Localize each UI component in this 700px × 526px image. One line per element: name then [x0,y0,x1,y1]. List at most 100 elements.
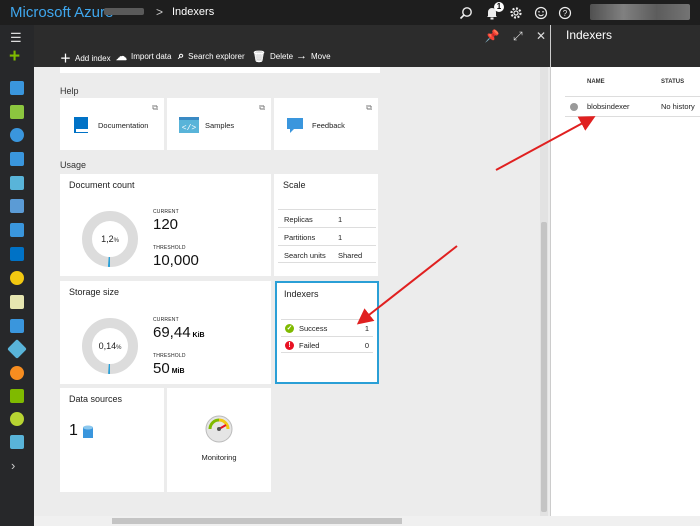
checkmark-icon: ✓ [285,324,294,333]
table-row[interactable]: blobsindexer No history [565,96,700,117]
virtual-machines-icon[interactable] [10,176,24,190]
tenant-name-blurred [104,8,144,15]
import-data-label: Import data [131,52,172,61]
data-sources-tile[interactable]: Data sources 1 [60,388,164,492]
threshold-label: THRESHOLD [153,353,186,359]
indexers-title: Indexers [284,289,319,299]
scale-row-search-units: Search units Shared [278,245,376,263]
cloud-services-icon[interactable] [10,199,24,213]
move-button[interactable]: → Move [296,50,331,62]
scale-key: Partitions [284,233,316,242]
samples-tile[interactable]: ⧉ </> Samples [167,98,271,150]
scale-title: Scale [283,180,306,190]
threshold-value: 50 MiB [153,360,185,377]
brand-title[interactable]: Microsoft Azure [10,4,113,21]
indexers-blade: Indexers NAME STATUS blobsindexer No his… [550,25,700,516]
move-label: Move [311,51,331,61]
svg-text:?: ? [563,9,568,18]
scale-key: Search units [284,251,326,260]
arrow-right-icon: → [296,50,307,62]
smiley-feedback-icon[interactable] [529,0,553,25]
hamburger-menu-icon[interactable]: ☰ [10,30,22,46]
document-count-tile[interactable]: Document count 1,2% CURRENT 120 THRESHOL… [60,174,271,276]
column-header-status[interactable]: STATUS [661,79,684,85]
all-resources-icon[interactable] [10,105,24,119]
usage-section-label: Usage [60,160,87,170]
status-dot-icon [570,103,578,111]
search-explorer-button[interactable]: ⌕ Search explorer [178,50,245,63]
storage-size-title: Storage size [69,287,120,297]
scale-value: 1 [338,215,343,224]
indexers-tile[interactable]: Indexers ✓ Success 1 ! Failed 0 [275,281,379,384]
indexers-blade-header: Indexers [551,25,700,67]
close-icon[interactable]: ✕ [536,29,546,43]
data-sources-title: Data sources [69,394,123,404]
current-value: 120 [153,216,179,233]
indexer-status-value: 1 [364,324,369,333]
threshold-label: THRESHOLD [153,245,186,251]
scale-row-partitions: Partitions 1 [278,227,376,245]
billing-icon[interactable] [10,319,24,333]
documentation-label: Documentation [98,121,149,130]
delete-label: Delete [269,52,294,61]
sql-database-icon[interactable] [10,223,24,237]
indexers-row-success[interactable]: ✓ Success 1 [281,319,373,336]
threshold-value: 10,000 [153,252,199,269]
document-count-title: Document count [69,180,135,190]
indexers-blade-title: Indexers [566,28,613,42]
database-icon [83,425,93,438]
gauge-icon [205,415,233,443]
blade-header: 📌 ⤢ ✕ ＋ Add index ☁ Import data ⌕ Search… [34,25,550,67]
vertical-scroll-thumb[interactable] [541,222,547,512]
advisor-icon[interactable] [10,366,24,380]
feedback-label: Feedback [312,121,345,130]
scale-tile[interactable]: Scale Replicas 1 Partitions 1 Search uni… [274,174,378,276]
indexers-row-failed[interactable]: ! Failed 0 [281,336,373,353]
search-explorer-icon: ⌕ [178,50,185,62]
networking-icon[interactable] [7,339,27,359]
documentation-tile[interactable]: ⧉ Documentation [60,98,164,150]
search-icon[interactable] [454,0,478,25]
svg-text:</>: </> [182,124,197,133]
current-label: CURRENT [153,209,179,215]
storage-icon[interactable] [10,247,24,261]
current-label: CURRENT [153,317,179,323]
blade-content: Help ⧉ Documentation ⧉ </> Samples ⧉ Fee… [34,67,550,517]
delete-button[interactable]: 🗑 Delete [252,50,293,63]
vertical-scrollbar[interactable] [540,67,548,517]
add-index-button[interactable]: ＋ Add index [60,50,111,66]
notification-bell-icon[interactable]: 1 [480,0,504,25]
document-count-percent: 1,2% [101,234,119,244]
trash-icon: 🗑 [252,51,266,63]
breadcrumb[interactable]: Indexers [172,6,214,18]
scale-row-replicas: Replicas 1 [278,209,376,227]
external-link-icon: ⧉ [366,103,372,112]
monitor-icon[interactable] [10,295,24,309]
expand-chevron-icon[interactable]: › [11,458,15,473]
key-vault-icon[interactable] [10,271,24,285]
help-icon[interactable]: ? [553,0,577,25]
feedback-tile[interactable]: ⧉ Feedback [274,98,378,150]
pin-icon[interactable]: 📌 [485,29,500,43]
plus-icon: ＋ [60,53,71,65]
horizontal-scroll-thumb[interactable] [112,518,402,524]
monitoring-tile[interactable]: Monitoring [167,388,271,492]
column-header-name[interactable]: NAME [587,79,605,85]
new-resource-icon[interactable]: + [9,47,20,66]
scrolled-tile-remnant [60,67,380,73]
gear-icon[interactable] [504,0,528,25]
import-data-button[interactable]: ☁ Import data [116,50,171,63]
maximize-icon[interactable]: ⤢ [513,29,523,43]
cost-management-icon[interactable] [10,412,24,426]
resource-groups-icon[interactable] [10,81,24,95]
recent-icon[interactable] [10,128,24,142]
security-center-icon[interactable] [10,389,24,403]
user-account-blurred[interactable] [590,4,690,20]
top-bar: Microsoft Azure > Indexers 1 ? [0,0,700,25]
book-icon [74,117,88,133]
horizontal-scrollbar[interactable] [34,516,700,526]
app-services-icon[interactable] [10,152,24,166]
current-value: 69,44 KiB [153,324,205,341]
storage-size-tile[interactable]: Storage size 0,14% CURRENT 69,44 KiB THRE… [60,281,271,384]
users-icon[interactable] [10,435,24,449]
